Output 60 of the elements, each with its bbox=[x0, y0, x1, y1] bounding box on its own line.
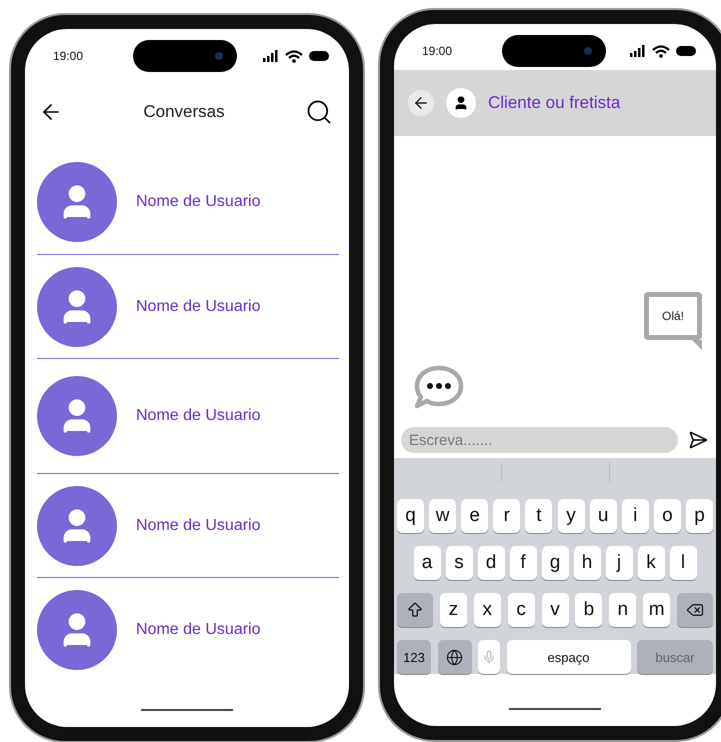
letter-key[interactable]: q bbox=[397, 499, 424, 533]
contact-avatar-icon bbox=[446, 88, 476, 118]
screen-title: Conversas bbox=[143, 102, 225, 122]
battery-icon bbox=[309, 51, 329, 61]
conversation-item[interactable]: Nome de Usuario bbox=[37, 578, 339, 682]
letter-key[interactable]: k bbox=[638, 546, 664, 580]
letter-key[interactable]: n bbox=[609, 593, 636, 627]
shift-icon bbox=[406, 601, 424, 619]
letter-key[interactable]: t bbox=[525, 499, 552, 533]
letter-key[interactable]: i bbox=[622, 499, 649, 533]
user-name: Nome de Usuario bbox=[136, 407, 260, 425]
user-name: Nome de Usuario bbox=[136, 516, 260, 534]
conversation-item[interactable]: Nome de Usuario bbox=[37, 255, 339, 359]
send-button[interactable] bbox=[688, 430, 708, 450]
shift-key[interactable] bbox=[397, 593, 433, 627]
letter-key[interactable]: f bbox=[510, 546, 536, 580]
globe-key[interactable] bbox=[438, 640, 472, 674]
letter-key[interactable]: e bbox=[461, 499, 488, 533]
search-button[interactable] bbox=[304, 98, 333, 126]
letter-key[interactable]: r bbox=[493, 499, 520, 533]
letter-key[interactable]: o bbox=[654, 499, 681, 533]
user-name: Nome de Usuario bbox=[136, 298, 260, 316]
letter-key[interactable]: x bbox=[474, 593, 501, 627]
backspace-icon bbox=[686, 601, 704, 619]
globe-icon bbox=[446, 648, 463, 666]
letter-key[interactable]: u bbox=[590, 499, 617, 533]
conversation-item[interactable]: Nome de Usuario bbox=[37, 359, 339, 474]
wifi-icon bbox=[285, 50, 303, 62]
letter-key[interactable]: m bbox=[643, 593, 670, 627]
microphone-icon bbox=[482, 650, 496, 664]
wifi-icon bbox=[652, 44, 670, 58]
letter-key[interactable]: b bbox=[575, 593, 602, 627]
letter-key[interactable]: y bbox=[558, 499, 585, 533]
letter-key[interactable]: j bbox=[606, 546, 632, 580]
letter-key[interactable]: g bbox=[542, 546, 568, 580]
contact-name: Cliente ou fretista bbox=[488, 93, 620, 113]
signal-icon bbox=[630, 45, 646, 57]
conversation-item[interactable]: Nome de Usuario bbox=[37, 149, 339, 255]
status-time: 19:00 bbox=[53, 49, 84, 63]
letter-key[interactable]: s bbox=[446, 546, 472, 580]
letter-key[interactable]: p bbox=[686, 499, 713, 533]
letter-key[interactable]: v bbox=[542, 593, 568, 627]
user-name: Nome de Usuario bbox=[136, 621, 260, 639]
letter-key[interactable]: z bbox=[440, 593, 467, 627]
letter-key[interactable]: h bbox=[574, 546, 600, 580]
battery-icon bbox=[676, 46, 696, 56]
back-button[interactable] bbox=[408, 90, 434, 116]
status-time: 19:00 bbox=[422, 44, 454, 58]
letter-key[interactable]: c bbox=[508, 593, 535, 627]
delete-key[interactable] bbox=[677, 593, 713, 627]
conversation-item[interactable]: Nome de Usuario bbox=[37, 474, 339, 578]
space-key[interactable]: espaço bbox=[506, 640, 630, 674]
user-name: Nome de Usuario bbox=[136, 192, 260, 210]
letter-key[interactable]: a bbox=[414, 546, 440, 580]
signal-icon bbox=[263, 50, 279, 62]
letter-key[interactable]: l bbox=[670, 546, 696, 580]
numbers-key[interactable]: 123 bbox=[397, 640, 431, 674]
letter-key[interactable]: d bbox=[478, 546, 504, 580]
letter-key[interactable]: w bbox=[429, 499, 456, 533]
message-input[interactable]: Escreva....... bbox=[401, 427, 678, 453]
